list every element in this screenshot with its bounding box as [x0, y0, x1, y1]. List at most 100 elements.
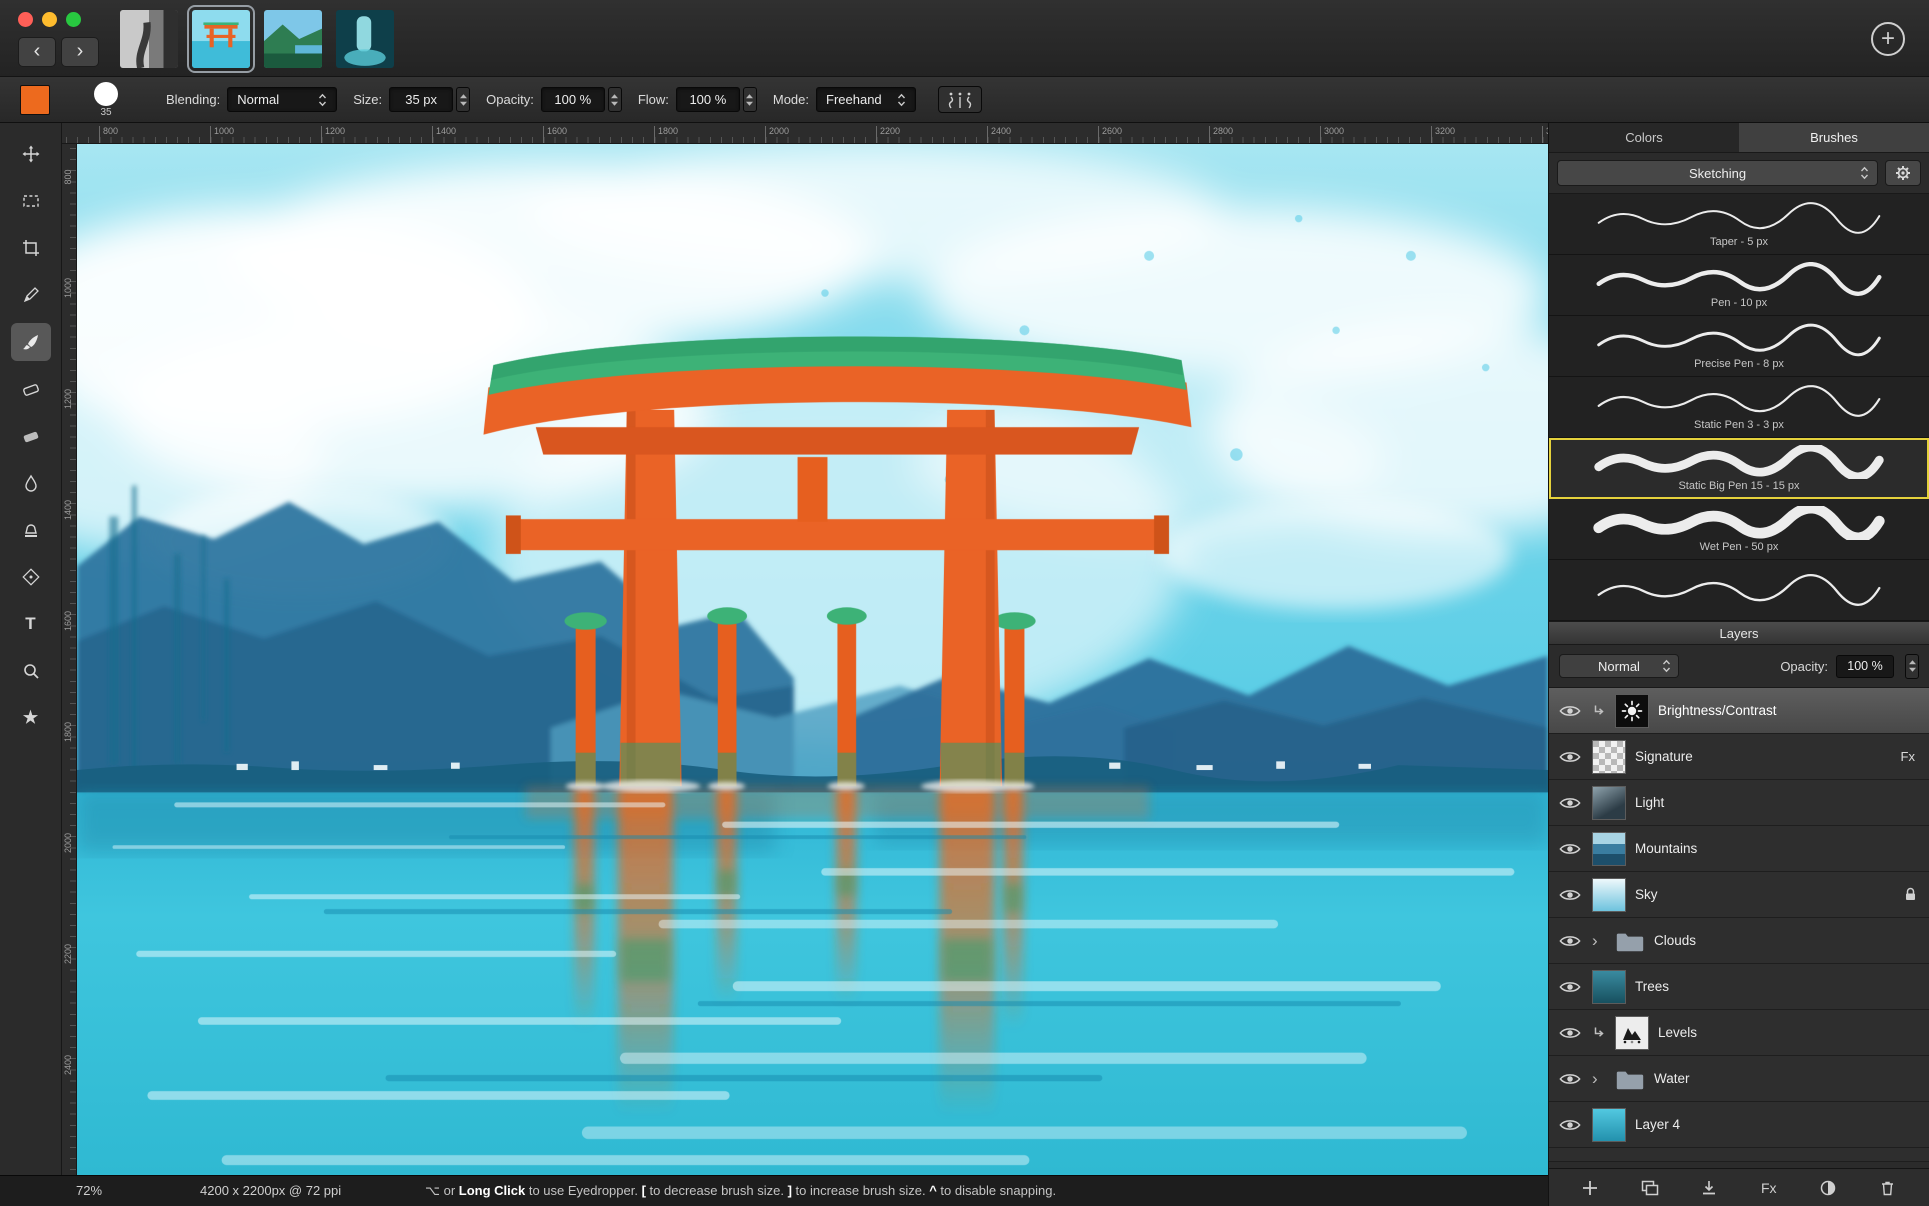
- layer-row[interactable]: Brightness/Contrast: [1549, 688, 1929, 734]
- tab-colors[interactable]: Colors: [1549, 123, 1739, 152]
- ruler-left[interactable]: 80010001200140016001800200022002400: [62, 144, 77, 1175]
- layer-thumbnail[interactable]: [1592, 832, 1626, 866]
- document-dimensions: 4200 x 2200px @ 72 ppi: [200, 1183, 341, 1198]
- brush-category-dropdown[interactable]: Sketching: [1557, 160, 1878, 186]
- right-panel: Colors Brushes Sketching Taper - 5 pxPen…: [1548, 123, 1929, 1206]
- opacity-stepper[interactable]: [608, 87, 622, 112]
- disclosure-arrow-icon[interactable]: ›: [1592, 1070, 1606, 1087]
- brush-item[interactable]: Static Big Pen 15 - 15 px: [1549, 438, 1929, 499]
- zoom-window-button[interactable]: [66, 12, 81, 27]
- brush-item[interactable]: Taper - 5 px: [1549, 194, 1929, 255]
- brush-item[interactable]: [1549, 560, 1929, 621]
- favorites-tool[interactable]: ★: [11, 699, 51, 737]
- clip-indicator-icon: [1592, 1026, 1606, 1039]
- brush-item[interactable]: Precise Pen - 8 px: [1549, 316, 1929, 377]
- torii-painting-thumbnail[interactable]: [192, 10, 250, 68]
- visibility-eye-icon[interactable]: [1559, 980, 1583, 994]
- paint-brush-tool[interactable]: [11, 323, 51, 361]
- layer-row[interactable]: Mountains: [1549, 826, 1929, 872]
- size-field[interactable]: 35 px: [389, 87, 453, 112]
- back-button[interactable]: ‹: [18, 37, 56, 67]
- close-window-button[interactable]: [18, 12, 33, 27]
- new-document-button[interactable]: +: [1871, 22, 1905, 56]
- layer-thumbnail[interactable]: [1592, 740, 1626, 774]
- layer-row[interactable]: ›Clouds: [1549, 918, 1929, 964]
- move-tool[interactable]: [11, 135, 51, 173]
- zoom-level[interactable]: 72%: [76, 1183, 102, 1198]
- layer-effects-button[interactable]: Fx: [1756, 1175, 1782, 1201]
- layer-thumbnail[interactable]: [1592, 970, 1626, 1004]
- visibility-eye-icon[interactable]: [1559, 888, 1583, 902]
- pencil-tool[interactable]: [11, 276, 51, 314]
- zoom-tool[interactable]: [11, 652, 51, 690]
- import-content-button[interactable]: [1696, 1175, 1722, 1201]
- brush-label: Static Big Pen 15 - 15 px: [1678, 481, 1799, 492]
- brush-stroke-preview: [1589, 506, 1889, 540]
- mode-dropdown[interactable]: Freehand: [816, 87, 916, 112]
- layer-row[interactable]: Signature Fx: [1549, 734, 1929, 780]
- layer-name: Levels: [1658, 1025, 1919, 1040]
- waterfall-photo-thumbnail[interactable]: [336, 10, 394, 68]
- add-layer-button[interactable]: [1577, 1175, 1603, 1201]
- layer-blend-mode-dropdown[interactable]: Normal: [1559, 654, 1679, 678]
- visibility-eye-icon[interactable]: [1559, 842, 1583, 856]
- visibility-eye-icon[interactable]: [1559, 750, 1583, 764]
- visibility-eye-icon[interactable]: [1559, 1072, 1583, 1086]
- blending-dropdown[interactable]: Normal: [227, 87, 337, 112]
- smudge-tool[interactable]: [11, 464, 51, 502]
- brush-item[interactable]: Pen - 10 px: [1549, 255, 1929, 316]
- layer-thumbnail[interactable]: [1592, 1108, 1626, 1142]
- photo-bw-thumbnail[interactable]: [120, 10, 178, 68]
- panel-tabs: Colors Brushes: [1549, 123, 1929, 153]
- layer-thumbnail[interactable]: [1592, 786, 1626, 820]
- brush-settings-button[interactable]: [1885, 160, 1921, 186]
- minimize-window-button[interactable]: [42, 12, 57, 27]
- ruler-top-label: 2400: [987, 126, 1011, 144]
- background-eraser-tool[interactable]: [11, 417, 51, 455]
- folder-icon: [1615, 930, 1645, 952]
- layer-thumbnail[interactable]: [1615, 694, 1649, 728]
- visibility-eye-icon[interactable]: [1559, 796, 1583, 810]
- disclosure-arrow-icon[interactable]: ›: [1592, 932, 1606, 949]
- layer-row[interactable]: Levels: [1549, 1010, 1929, 1056]
- brush-tip-preview[interactable]: 35: [88, 80, 124, 118]
- visibility-eye-icon[interactable]: [1559, 1026, 1583, 1040]
- delete-layer-button[interactable]: [1875, 1175, 1901, 1201]
- layer-opacity-stepper[interactable]: [1905, 654, 1919, 679]
- brush-item[interactable]: Static Pen 3 - 3 px: [1549, 377, 1929, 438]
- eraser-tool[interactable]: [11, 370, 51, 408]
- brush-category-row: Sketching: [1549, 153, 1929, 193]
- visibility-eye-icon[interactable]: [1559, 1118, 1583, 1132]
- clone-stamp-tool[interactable]: [11, 511, 51, 549]
- layer-row[interactable]: Trees: [1549, 964, 1929, 1010]
- opacity-field[interactable]: 100 %: [541, 87, 605, 112]
- symmetry-button[interactable]: [938, 86, 982, 113]
- layer-opacity-field[interactable]: 100 %: [1836, 655, 1894, 678]
- canvas-viewport[interactable]: [77, 144, 1548, 1175]
- active-color-swatch[interactable]: [20, 85, 50, 115]
- layer-thumbnail[interactable]: [1615, 1016, 1649, 1050]
- marquee-select-tool[interactable]: [11, 182, 51, 220]
- fx-badge[interactable]: Fx: [1901, 749, 1915, 764]
- layer-row[interactable]: Sky: [1549, 872, 1929, 918]
- ruler-top[interactable]: 8001000120014001600180020002200240026002…: [62, 123, 1548, 144]
- mesh-warp-tool[interactable]: [11, 558, 51, 596]
- visibility-eye-icon[interactable]: [1559, 704, 1583, 718]
- layer-row[interactable]: Layer 4: [1549, 1102, 1929, 1148]
- flow-stepper[interactable]: [743, 87, 757, 112]
- adjustment-button[interactable]: [1815, 1175, 1841, 1201]
- add-group-button[interactable]: [1637, 1175, 1663, 1201]
- text-tool[interactable]: T: [11, 605, 51, 643]
- size-stepper[interactable]: [456, 87, 470, 112]
- crop-tool[interactable]: [11, 229, 51, 267]
- brush-item[interactable]: Wet Pen - 50 px: [1549, 499, 1929, 560]
- visibility-eye-icon[interactable]: [1559, 934, 1583, 948]
- coast-photo-thumbnail[interactable]: [264, 10, 322, 68]
- layer-row[interactable]: Light: [1549, 780, 1929, 826]
- flow-field[interactable]: 100 %: [676, 87, 740, 112]
- tab-brushes[interactable]: Brushes: [1739, 123, 1929, 152]
- layer-name: Signature: [1635, 749, 1892, 764]
- layer-thumbnail[interactable]: [1592, 878, 1626, 912]
- layer-row[interactable]: ›Water: [1549, 1056, 1929, 1102]
- forward-button[interactable]: ›: [61, 37, 99, 67]
